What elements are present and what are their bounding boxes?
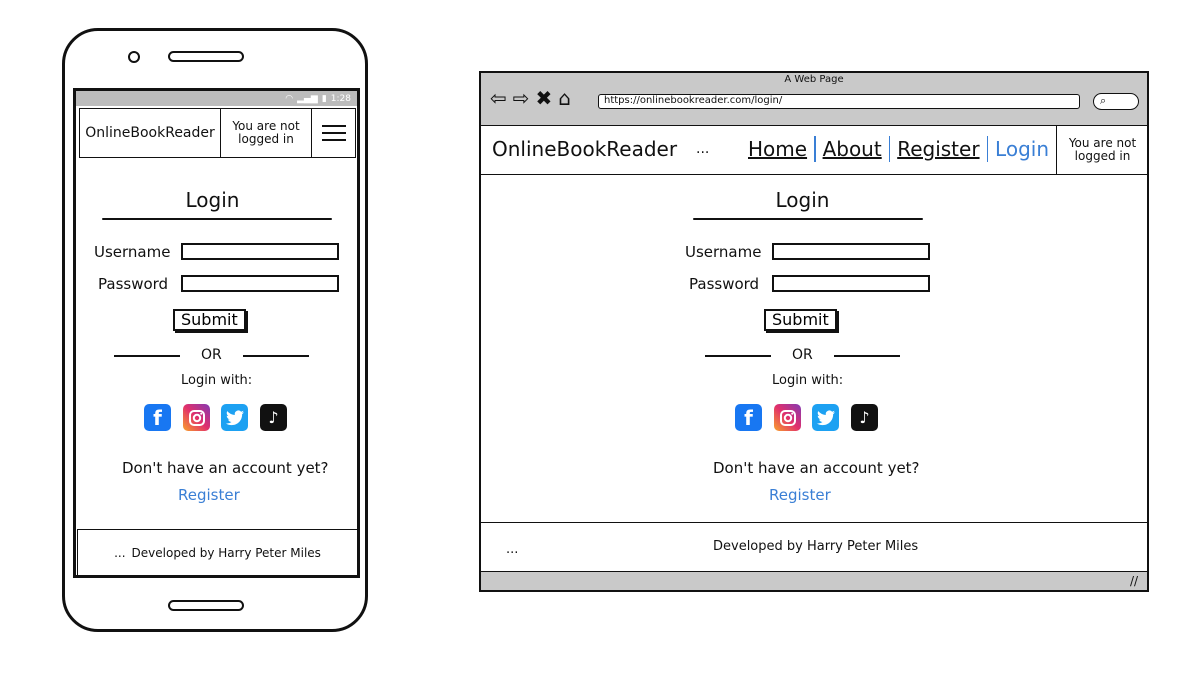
login-with-label: Login with: <box>772 373 844 388</box>
phone-status-bar: ◠ ▂▄▆ ▮ 1:28 <box>76 91 357 106</box>
nav-link-about[interactable]: About <box>816 137 889 161</box>
no-account-text: Don't have an account yet? <box>122 459 329 477</box>
or-divider-left <box>114 355 180 357</box>
hamburger-menu-icon[interactable] <box>312 109 355 157</box>
battery-icon: ▮ <box>321 93 327 104</box>
submit-button[interactable]: Submit <box>173 309 246 331</box>
brand-logo[interactable]: OnlineBookReader <box>80 109 221 157</box>
phone-screen <box>73 88 360 578</box>
instagram-icon[interactable] <box>774 404 801 431</box>
facebook-icon[interactable]: f <box>735 404 762 431</box>
password-input[interactable] <box>181 275 339 292</box>
tiktok-icon[interactable]: ♪ <box>260 404 287 431</box>
nav-link-login[interactable]: Login <box>988 137 1056 161</box>
or-label: OR <box>201 347 222 363</box>
signal-icon: ▂▄▆ <box>297 93 318 104</box>
phone-home-button[interactable] <box>168 600 244 611</box>
username-input[interactable] <box>772 243 930 260</box>
register-link[interactable]: Register <box>769 486 831 504</box>
status-time: 1:28 <box>330 93 351 104</box>
close-icon[interactable]: ✖ <box>536 86 553 110</box>
footer-credit: Developed by Harry Peter Miles <box>131 546 321 560</box>
nav-dots[interactable]: ... <box>696 141 709 157</box>
phone-speaker <box>168 51 244 62</box>
title-underline <box>693 218 923 220</box>
password-input[interactable] <box>772 275 930 292</box>
register-link[interactable]: Register <box>178 486 240 504</box>
home-icon[interactable]: ⌂ <box>558 86 571 110</box>
submit-button[interactable]: Submit <box>764 309 837 331</box>
username-input[interactable] <box>181 243 339 260</box>
title-underline <box>102 218 332 220</box>
twitter-icon[interactable] <box>812 404 839 431</box>
login-status: You are not logged in <box>1056 126 1148 174</box>
resize-handle-icon[interactable]: // <box>1130 574 1138 588</box>
facebook-icon[interactable]: f <box>144 404 171 431</box>
footer-credit: Developed by Harry Peter Miles <box>713 539 919 554</box>
back-arrow-icon[interactable]: ⇦ <box>490 86 507 110</box>
footer-dots[interactable]: ... <box>506 542 518 557</box>
login-with-label: Login with: <box>181 373 253 388</box>
footer-dots[interactable]: ... <box>114 546 125 560</box>
or-divider-right <box>834 355 900 357</box>
search-icon[interactable]: ⌕ <box>1093 93 1139 110</box>
username-label: Username <box>685 243 762 261</box>
or-divider-right <box>243 355 309 357</box>
wifi-icon: ◠ <box>285 93 294 104</box>
no-account-text: Don't have an account yet? <box>713 459 920 477</box>
login-title: Login <box>775 188 830 212</box>
login-status: You are not logged in <box>221 109 312 157</box>
instagram-icon[interactable] <box>183 404 210 431</box>
login-title: Login <box>185 188 240 212</box>
password-label: Password <box>689 275 760 293</box>
window-title: A Web Page <box>784 74 844 85</box>
nav-links: Home About Register Login <box>741 136 1056 162</box>
browser-statusbar <box>481 572 1147 590</box>
phone-camera <box>128 51 140 63</box>
forward-arrow-icon[interactable]: ⇨ <box>513 86 530 110</box>
phone-footer: ... Developed by Harry Peter Miles <box>77 529 358 577</box>
or-divider-left <box>705 355 771 357</box>
username-label: Username <box>94 243 171 261</box>
phone-navbar: OnlineBookReader You are not logged in <box>79 108 356 158</box>
or-label: OR <box>792 347 813 363</box>
browser-nav-buttons: ⇦ ⇨ ✖ ⌂ <box>490 86 571 110</box>
url-bar[interactable]: https://onlinebookreader.com/login/ <box>598 94 1080 109</box>
nav-link-home[interactable]: Home <box>741 137 814 161</box>
brand-logo[interactable]: OnlineBookReader <box>492 137 677 161</box>
twitter-icon[interactable] <box>221 404 248 431</box>
nav-link-register[interactable]: Register <box>890 137 986 161</box>
password-label: Password <box>98 275 169 293</box>
tiktok-icon[interactable]: ♪ <box>851 404 878 431</box>
